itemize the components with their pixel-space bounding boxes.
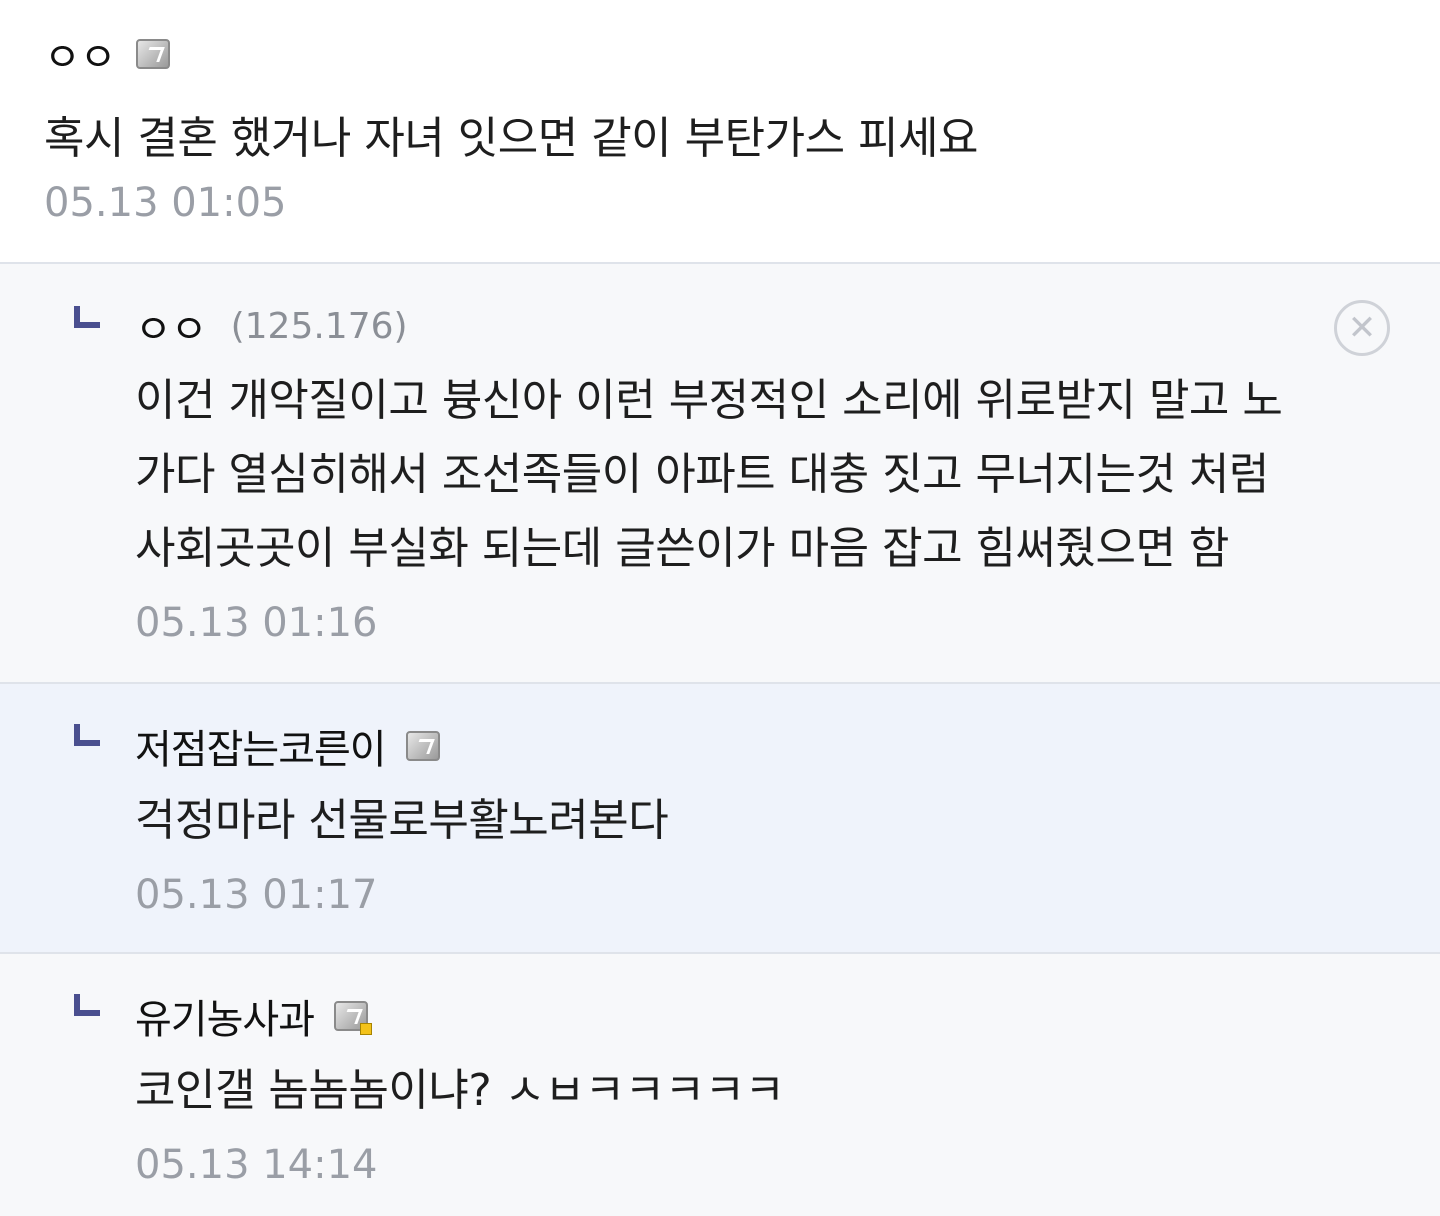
reply-header: 유기농사과 xyxy=(135,987,1440,1045)
reply-ip: (125.176) xyxy=(230,305,408,347)
reply-nickname[interactable]: 저점잡는코른이 xyxy=(135,717,387,775)
close-circle-icon: ✕ xyxy=(1347,308,1377,348)
reply-text-line: 사회곳곳이 부실화 되는데 글쓴이가 마음 잡고 힘써줬으면 함 xyxy=(135,523,1229,574)
reply-time: 05.13 01:16 xyxy=(135,600,378,646)
reply-text-line: 이건 개악질이고 븅신아 이런 부정적인 소리에 위로받지 말고 노 xyxy=(135,375,1283,426)
delete-button[interactable]: ✕ xyxy=(1334,300,1390,356)
reply-text: 걱정마라 선물로부활노려본다 xyxy=(135,784,1440,858)
reply-item: ㅇㅇ (125.176) 이건 개악질이고 븅신아 이런 부정적인 소리에 위로… xyxy=(0,262,1440,682)
comment-header: ㅇㅇ xyxy=(44,25,1440,83)
reply-text: 이건 개악질이고 븅신아 이런 부정적인 소리에 위로받지 말고 노 가다 열심… xyxy=(135,364,1440,586)
reply-time: 05.13 14:14 xyxy=(135,1142,378,1188)
reply-header: ㅇㅇ (125.176) xyxy=(135,297,1440,355)
reply-text-line: 가다 열심히해서 조선족들이 아파트 대충 짓고 무너지는것 처럼 xyxy=(135,449,1269,500)
reply-arrow-icon xyxy=(74,994,100,1016)
member-badge-dot-icon xyxy=(334,1001,372,1035)
comment-item: ㅇㅇ 혹시 결혼 했거나 자녀 잇으면 같이 부탄가스 피세요 05.13 01… xyxy=(0,0,1440,262)
reply-item: 저점잡는코른이 걱정마라 선물로부활노려본다 05.13 01:17 xyxy=(0,682,1440,952)
member-badge-icon xyxy=(135,39,170,69)
badge-dot xyxy=(360,1023,372,1035)
reply-header: 저점잡는코른이 xyxy=(135,717,1440,775)
reply-arrow-icon xyxy=(74,306,100,328)
reply-nickname[interactable]: ㅇㅇ xyxy=(135,297,208,355)
reply-nickname[interactable]: 유기농사과 xyxy=(135,987,315,1045)
comment-nickname[interactable]: ㅇㅇ xyxy=(44,25,117,83)
comment-time: 05.13 01:05 xyxy=(44,180,287,226)
reply-text-line: 코인갤 놈놈놈이냐? ㅅㅂㅋㅋㅋㅋㅋ xyxy=(135,1065,785,1116)
reply-item: 유기농사과 코인갤 놈놈놈이냐? ㅅㅂㅋㅋㅋㅋㅋ 05.13 14:14 xyxy=(0,952,1440,1216)
comment-text: 혹시 결혼 했거나 자녀 잇으면 같이 부탄가스 피세요 xyxy=(44,113,978,164)
reply-arrow-icon xyxy=(74,724,100,746)
reply-text-line: 걱정마라 선물로부활노려본다 xyxy=(135,795,669,846)
member-badge-icon xyxy=(405,731,440,761)
reply-text: 코인갤 놈놈놈이냐? ㅅㅂㅋㅋㅋㅋㅋ xyxy=(135,1054,1440,1128)
reply-time: 05.13 01:17 xyxy=(135,872,378,918)
